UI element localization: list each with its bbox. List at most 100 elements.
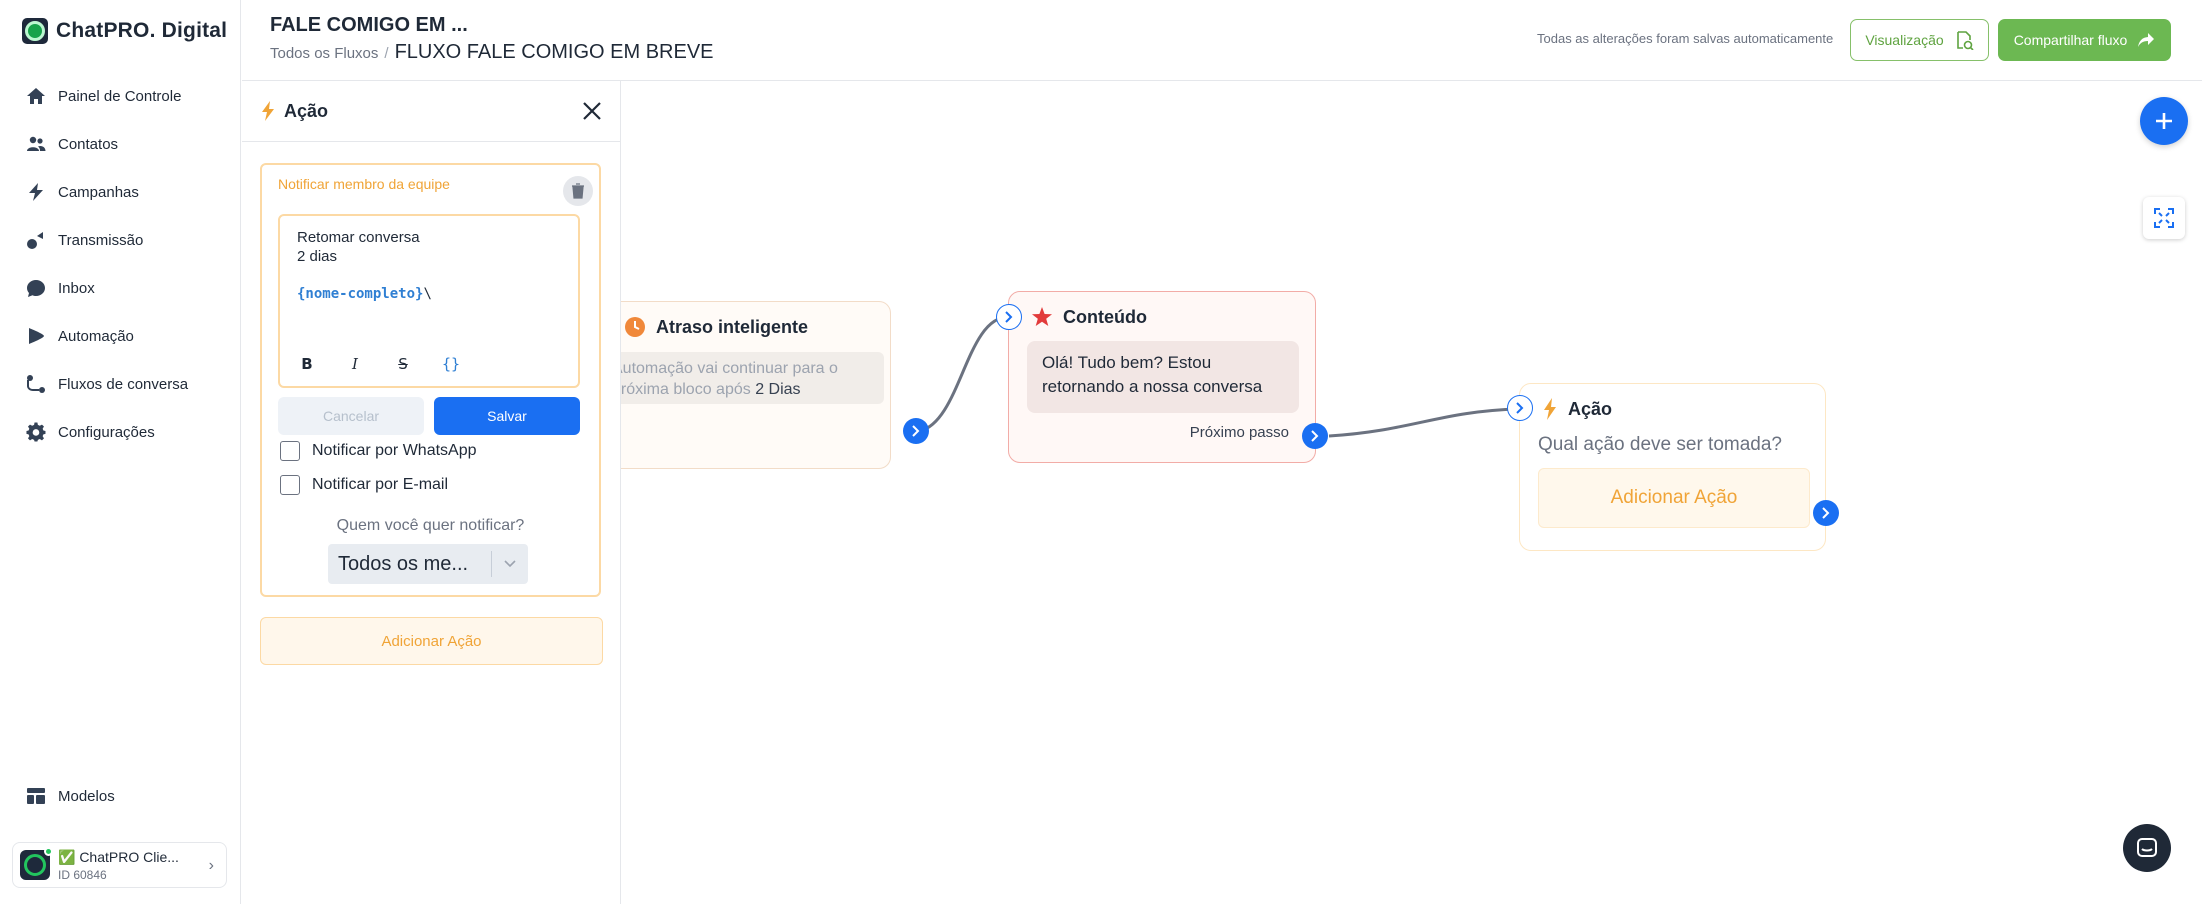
editor-variable-line: {nome-completo}\ <box>297 286 432 302</box>
preview-button[interactable]: Visualização <box>1850 19 1989 61</box>
node-header: Atraso inteligente <box>624 316 808 338</box>
share-label: Compartilhar fluxo <box>2013 32 2128 48</box>
fit-view-button[interactable] <box>2143 197 2185 239</box>
sidebar-item-configuracoes[interactable]: Configurações <box>0 408 241 456</box>
smart-delay-node[interactable]: Atraso inteligente Automação vai continu… <box>621 301 891 469</box>
save-button[interactable]: Salvar <box>434 397 580 435</box>
broadcast-icon <box>27 232 43 249</box>
input-port[interactable] <box>996 304 1022 330</box>
breadcrumb-root-link[interactable]: Todos os Fluxos <box>270 45 378 62</box>
users-icon <box>27 136 46 151</box>
whatsapp-checkbox[interactable] <box>280 441 300 461</box>
expand-icon <box>2154 208 2174 228</box>
sidebar-item-label: Contatos <box>58 135 119 153</box>
header: FALE COMIGO EM ... Todos os Fluxos / FLU… <box>242 0 2202 81</box>
email-checkbox-label: Notificar por E-mail <box>312 476 449 493</box>
output-port[interactable] <box>1302 423 1328 449</box>
sidebar-nav: Painel de Controle Contatos Campanhas Tr… <box>0 72 241 456</box>
account-switcher[interactable]: ✅ ChatPRO Clie... ID 60846 › <box>12 842 227 888</box>
notify-team-card: Notificar membro da equipe Retomar conve… <box>260 163 601 597</box>
flow-icon <box>27 375 45 393</box>
share-icon <box>2138 33 2155 47</box>
bold-icon[interactable]: B <box>297 354 317 374</box>
output-port[interactable] <box>903 418 929 444</box>
notify-members-select[interactable]: Todos os me... <box>328 544 528 584</box>
sidebar-item-label: Fluxos de conversa <box>58 375 189 393</box>
add-node-button[interactable] <box>2140 97 2188 145</box>
sidebar-item-automacao[interactable]: Automação <box>0 312 241 360</box>
templates-icon <box>27 788 45 804</box>
sidebar-item-label: Transmissão <box>58 231 144 249</box>
sidebar-item-label: Modelos <box>58 787 115 805</box>
whatsapp-checkbox-label: Notificar por WhatsApp <box>312 442 477 459</box>
breadcrumb-current: FLUXO FALE COMIGO EM BREVE <box>394 41 714 63</box>
support-chat-button[interactable] <box>2123 824 2171 872</box>
node-title: Ação <box>1568 398 1613 419</box>
chevron-right-icon: › <box>208 857 214 874</box>
sidebar-item-fluxos[interactable]: Fluxos de conversa <box>0 360 241 408</box>
editor-toolbar: B I S {} <box>297 354 461 374</box>
preview-label: Visualização <box>1865 32 1944 48</box>
sidebar-item-label: Campanhas <box>58 183 139 201</box>
avatar <box>20 847 53 880</box>
message-editor[interactable]: Retomar conversa 2 dias {nome-completo}\… <box>278 214 580 388</box>
delay-description: Automação vai continuar para o próxima b… <box>621 352 884 404</box>
content-node[interactable]: Conteúdo Olá! Tudo bem? Estou retornando… <box>1008 291 1316 463</box>
card-title: Notificar membro da equipe <box>278 176 450 192</box>
page-title: FALE COMIGO EM ... <box>270 14 468 36</box>
brand-name: ChatPRO. Digital <box>56 19 228 42</box>
trash-icon[interactable] <box>563 176 593 206</box>
flow-connections <box>919 315 1520 438</box>
sidebar-item-label: Configurações <box>58 423 155 441</box>
plus-icon <box>2156 113 2172 129</box>
flow-canvas[interactable]: Atraso inteligente Automação vai continu… <box>621 81 2202 904</box>
chevron-right-icon <box>1005 311 1013 323</box>
account-id: ID 60846 <box>58 867 107 882</box>
variables-icon[interactable]: {} <box>441 354 461 374</box>
sidebar: ChatPRO. Digital Painel de Controle Cont… <box>0 0 241 904</box>
email-checkbox[interactable] <box>280 475 300 495</box>
email-checkbox-row[interactable]: Notificar por E-mail <box>280 475 448 495</box>
node-title: Atraso inteligente <box>656 316 809 337</box>
cancel-button[interactable]: Cancelar <box>278 397 424 435</box>
editor-line: Retomar conversa <box>297 229 420 246</box>
sidebar-item-campanhas[interactable]: Campanhas <box>0 168 241 216</box>
add-action-button[interactable]: Adicionar Ação <box>1538 468 1810 528</box>
sidebar-item-inbox[interactable]: Inbox <box>0 264 241 312</box>
chevron-right-icon <box>1822 507 1830 519</box>
delay-value: 2 Dias <box>755 381 801 398</box>
strikethrough-icon[interactable]: S <box>393 354 413 374</box>
node-header: Conteúdo <box>1031 306 1147 328</box>
action-panel: Ação Notificar membro da equipe Retomar … <box>242 81 621 904</box>
connection-delay-to-content <box>919 315 1009 433</box>
clock-icon <box>625 317 645 337</box>
bolt-icon <box>262 101 274 121</box>
add-action-button[interactable]: Adicionar Ação <box>260 617 603 665</box>
editor-cursor-text: \ <box>423 286 432 302</box>
input-port[interactable] <box>1507 395 1533 421</box>
home-icon <box>27 88 45 104</box>
output-port[interactable] <box>1813 500 1839 526</box>
sidebar-item-label: Automação <box>58 327 134 345</box>
close-icon[interactable] <box>578 97 606 125</box>
notify-question: Quem você quer notificar? <box>336 517 525 534</box>
share-flow-button[interactable]: Compartilhar fluxo <box>1998 19 2171 61</box>
sidebar-item-transmissao[interactable]: Transmissão <box>0 216 241 264</box>
whatsapp-checkbox-row[interactable]: Notificar por WhatsApp <box>280 441 477 461</box>
select-value: Todos os me... <box>338 552 469 575</box>
action-node[interactable]: Ação Qual ação deve ser tomada? Adiciona… <box>1519 383 1826 551</box>
brand[interactable]: ChatPRO. Digital <box>22 18 227 44</box>
preview-icon <box>1956 31 1974 50</box>
panel-header: Ação <box>242 81 620 142</box>
bolt-icon <box>29 183 43 201</box>
sidebar-item-modelos[interactable]: Modelos <box>0 772 241 820</box>
brand-logo-icon <box>22 18 48 44</box>
sidebar-item-painel[interactable]: Painel de Controle <box>0 72 241 120</box>
sidebar-item-contatos[interactable]: Contatos <box>0 120 241 168</box>
italic-icon[interactable]: I <box>345 354 365 374</box>
node-title: Conteúdo <box>1063 306 1147 327</box>
breadcrumb: Todos os Fluxos / FLUXO FALE COMIGO EM B… <box>270 41 714 64</box>
next-step-label: Próximo passo <box>1189 424 1289 441</box>
node-header: Ação <box>1542 398 1612 420</box>
action-question: Qual ação deve ser tomada? <box>1538 434 1782 455</box>
